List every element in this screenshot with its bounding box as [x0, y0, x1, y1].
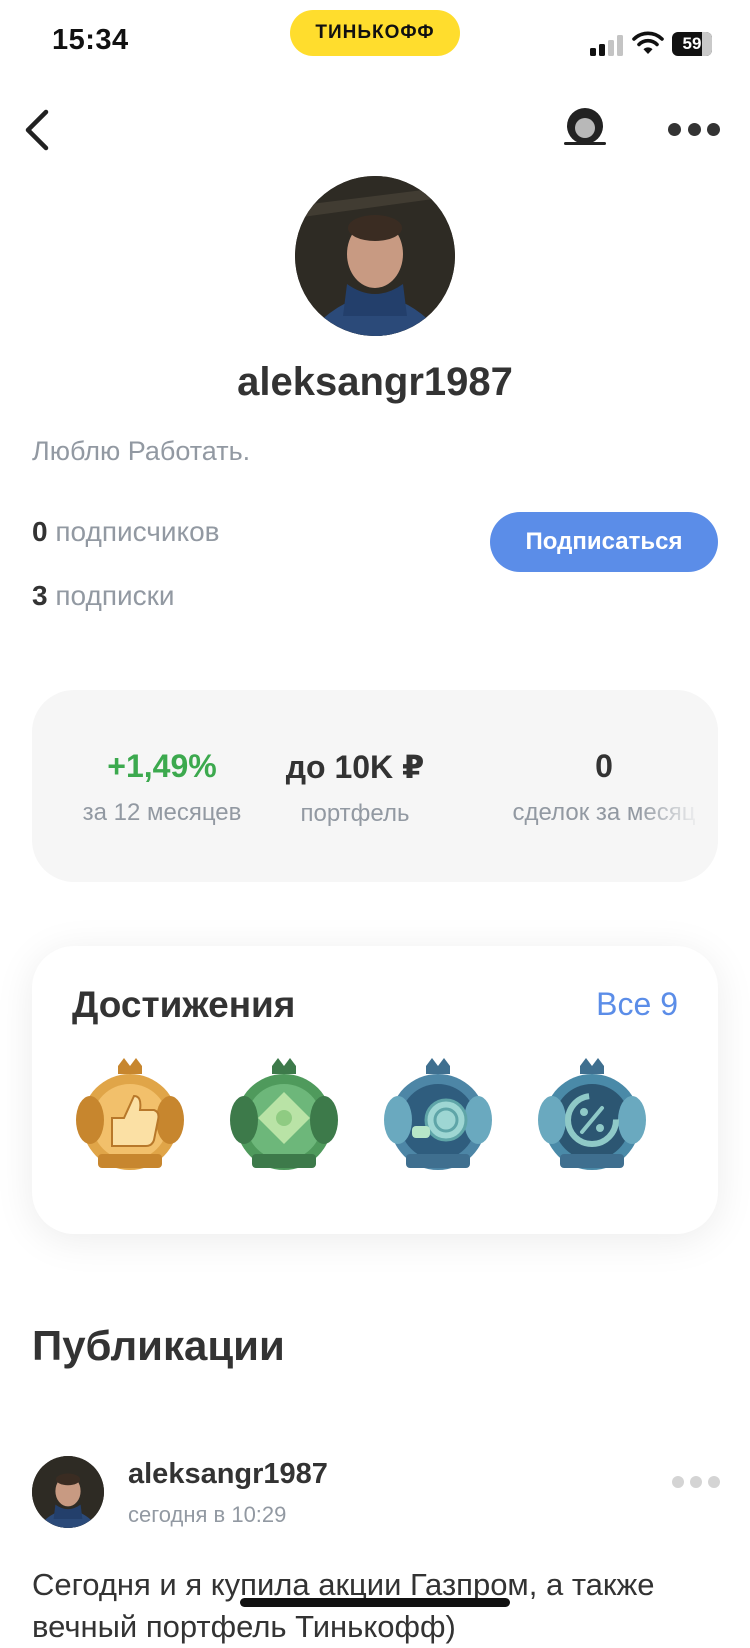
- more-dots-icon: [668, 122, 681, 136]
- chevron-left-icon: [25, 109, 49, 151]
- stat-portfolio-value: до 10K ₽: [285, 749, 425, 785]
- mask-icon: [564, 108, 606, 145]
- profile-avatar[interactable]: [295, 176, 455, 336]
- achievements-title: Достижения: [72, 984, 296, 1025]
- post-timestamp: сегодня в 10:29: [128, 1502, 287, 1527]
- publications-title: Публикации: [32, 1322, 285, 1369]
- achievements-card: Достижения Все 9: [32, 946, 718, 1234]
- brand-label: ТИНЬКОФФ: [315, 22, 435, 43]
- home-indicator: [240, 1598, 510, 1607]
- back-button[interactable]: [14, 104, 58, 156]
- stat-yield-label: за 12 месяцев: [82, 799, 242, 826]
- battery-level: 59: [682, 34, 702, 53]
- profile-username: aleksangr1987: [237, 360, 513, 404]
- percent-badge-icon[interactable]: [530, 1056, 654, 1180]
- following-label: подписки: [55, 580, 175, 611]
- post-avatar-photo: [32, 1456, 104, 1528]
- wifi-icon: [632, 30, 664, 56]
- status-time: 15:34: [52, 24, 129, 56]
- thumbs-up-badge-icon[interactable]: [68, 1056, 192, 1180]
- cellular-signal-icon: [590, 34, 624, 56]
- puzzle-badge-icon[interactable]: [222, 1056, 346, 1180]
- more-dots-icon: [672, 1476, 684, 1488]
- stat-yield: +1,49% за 12 месяцев: [72, 748, 252, 827]
- profile-bio: Люблю Работать.: [32, 436, 251, 466]
- achievements-all-link[interactable]: Все 9: [596, 986, 678, 1023]
- followers-count[interactable]: 0 подписчиков: [32, 516, 220, 548]
- followers-label: подписчиков: [55, 516, 220, 547]
- subscribe-button[interactable]: Подписаться: [490, 512, 718, 572]
- stat-portfolio: до 10K ₽ портфель: [280, 748, 430, 828]
- post-more-button[interactable]: [672, 1472, 720, 1492]
- brand-pill[interactable]: ТИНЬКОФФ: [290, 10, 460, 56]
- stat-portfolio-label: портфель: [300, 800, 410, 827]
- stat-yield-value: +1,49%: [107, 748, 217, 784]
- mask-button[interactable]: [560, 104, 610, 150]
- battery-icon: 59: [672, 32, 712, 56]
- more-button[interactable]: [668, 114, 720, 144]
- following-number: 3: [32, 580, 48, 611]
- coins-badge-icon[interactable]: [376, 1056, 500, 1180]
- stats-card: +1,49% за 12 месяцев до 10K ₽ портфель 0…: [32, 690, 718, 882]
- post-author-avatar[interactable]: [32, 1456, 104, 1528]
- post-author-name[interactable]: aleksangr1987: [128, 1458, 328, 1491]
- following-count[interactable]: 3 подписки: [32, 580, 175, 612]
- followers-number: 0: [32, 516, 48, 547]
- avatar-photo: [295, 176, 455, 336]
